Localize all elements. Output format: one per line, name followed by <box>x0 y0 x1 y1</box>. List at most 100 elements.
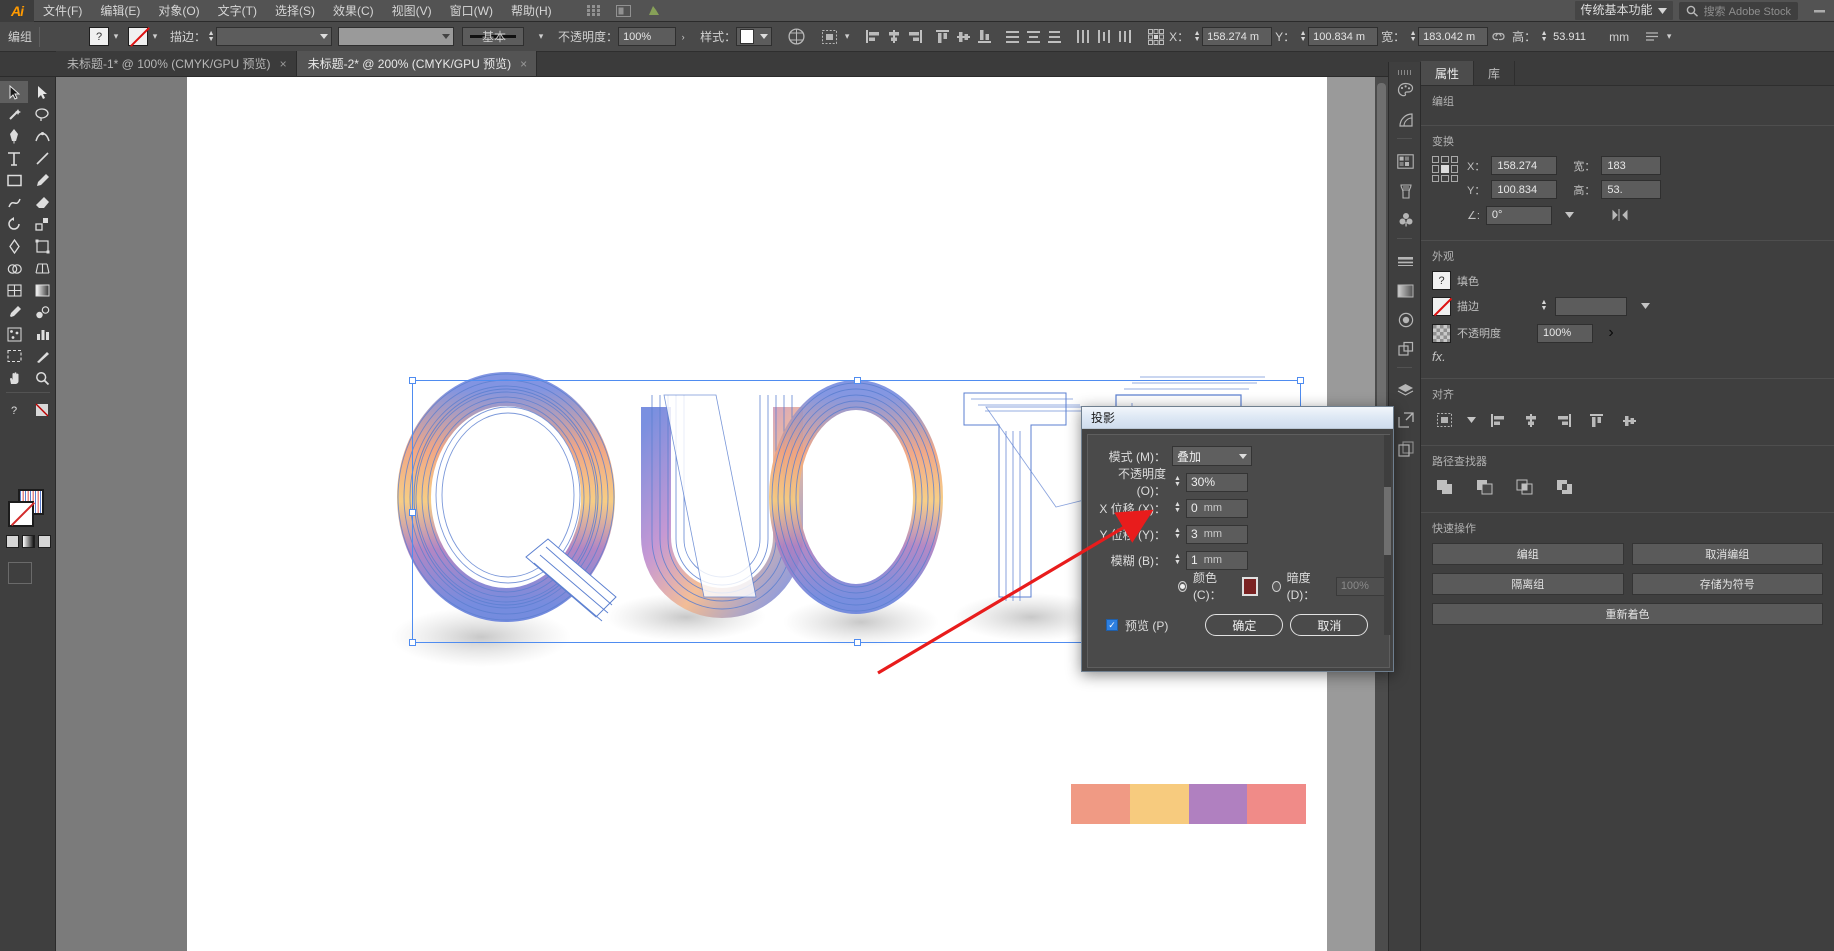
panel-fill-swatch[interactable]: ? <box>1432 271 1451 290</box>
align-to-caret-icon[interactable] <box>1465 409 1477 431</box>
more-options-icon[interactable] <box>1641 26 1662 48</box>
workspace-switcher[interactable]: 传统基本功能 <box>1574 1 1673 20</box>
h-field[interactable]: 53.911 <box>1549 27 1609 46</box>
dialog-mode-select[interactable]: 叠加 <box>1172 446 1252 466</box>
gradient-panel-icon[interactable] <box>1389 276 1422 305</box>
panel-y-field[interactable]: 100.834 <box>1491 180 1558 199</box>
free-transform-tool[interactable] <box>28 235 56 257</box>
pathfinder-minus-front-icon[interactable] <box>1472 476 1496 498</box>
dialog-blur-stepper[interactable]: ▲ ▼ <box>1172 551 1183 569</box>
stroke-caret-icon[interactable]: ▾ <box>148 27 162 46</box>
recolor-artwork-icon[interactable] <box>786 26 807 48</box>
menu-type[interactable]: 文字(T) <box>209 0 266 22</box>
preview-checkbox[interactable]: ✓ <box>1106 619 1118 631</box>
distribute-left-icon[interactable] <box>1072 26 1093 48</box>
w-stepper[interactable]: ▲ ▼ <box>1408 28 1418 46</box>
menu-file[interactable]: 文件(F) <box>34 0 91 22</box>
shape-builder-tool[interactable] <box>0 257 28 279</box>
panel-h-field[interactable]: 53. <box>1601 180 1662 199</box>
pathfinder-exclude-icon[interactable] <box>1552 476 1576 498</box>
scale-tool[interactable] <box>28 213 56 235</box>
help-tool[interactable]: ? <box>0 399 28 421</box>
align-center-horizontal-icon[interactable] <box>883 26 904 48</box>
distribute-right-icon[interactable] <box>1114 26 1135 48</box>
x-stepper[interactable]: ▲ ▼ <box>1192 28 1202 46</box>
document-tab-2[interactable]: 未标题-2* @ 200% (CMYK/GPU 预览) × <box>296 51 538 76</box>
stroke-profile-combo[interactable] <box>338 27 455 46</box>
panel-w-field[interactable]: 183 <box>1601 156 1662 175</box>
panel-opacity-swatch[interactable] <box>1432 323 1451 343</box>
y-field[interactable]: 100.834 m <box>1308 27 1379 46</box>
mesh-tool[interactable] <box>0 279 28 301</box>
graphic-style-combo[interactable] <box>736 27 773 46</box>
menu-effect[interactable]: 效果(C) <box>324 0 383 22</box>
align-right-icon[interactable] <box>904 26 925 48</box>
dialog-opacity-input[interactable]: 30% <box>1186 472 1248 492</box>
hand-tool[interactable] <box>0 367 28 389</box>
dialog-scrollbar[interactable] <box>1384 435 1391 635</box>
panel-stroke-swatch[interactable] <box>1432 296 1453 316</box>
color-guide-panel-icon[interactable] <box>1389 105 1422 134</box>
darkness-radio[interactable] <box>1271 580 1281 592</box>
color-button[interactable] <box>6 535 19 548</box>
appearance-panel-icon[interactable] <box>1389 334 1422 363</box>
distribute-top-icon[interactable] <box>1002 26 1023 48</box>
group-button[interactable]: 编组 <box>1432 543 1624 565</box>
close-icon[interactable]: × <box>520 57 527 71</box>
eyedropper-tool[interactable] <box>0 301 28 323</box>
menu-select[interactable]: 选择(S) <box>266 0 324 22</box>
fill-swatch[interactable] <box>8 501 34 527</box>
opacity-expand-icon[interactable]: › <box>1599 322 1623 344</box>
stroke-weight-stepper[interactable]: ▲ ▼ <box>206 28 216 46</box>
menu-help[interactable]: 帮助(H) <box>502 0 561 22</box>
document-setup-icon[interactable] <box>643 3 665 19</box>
artboard-tool[interactable] <box>0 345 28 367</box>
rectangle-tool[interactable] <box>0 169 28 191</box>
dialog-x-offset-input[interactable]: 0 mm <box>1186 498 1248 518</box>
tab-libraries[interactable]: 库 <box>1474 61 1516 85</box>
close-icon[interactable]: × <box>280 57 287 71</box>
transparency-panel-icon[interactable] <box>1389 305 1422 334</box>
edit-toolbar-icon[interactable] <box>28 399 56 421</box>
more-caret-icon[interactable]: ▾ <box>1662 27 1676 46</box>
y-stepper[interactable]: ▲ ▼ <box>1298 28 1308 46</box>
fill-stroke-indicator[interactable] <box>6 489 51 548</box>
dialog-opacity-stepper[interactable]: ▲ ▼ <box>1172 473 1183 491</box>
panel-stroke-weight-field[interactable] <box>1555 296 1627 316</box>
align-left-icon[interactable] <box>862 26 883 48</box>
dialog-y-offset-stepper[interactable]: ▲ ▼ <box>1172 525 1183 543</box>
panel-align-center-h-icon[interactable] <box>1519 409 1543 431</box>
align-to-selection-icon[interactable] <box>819 26 840 48</box>
drop-shadow-dialog[interactable]: 投影 模式 (M)： 叠加 不透明度 (O)： ▲ ▼ 30% X 位移 (X)：… <box>1081 406 1394 672</box>
align-bottom-icon[interactable] <box>974 26 995 48</box>
slice-tool[interactable] <box>28 345 56 367</box>
gradient-button[interactable] <box>22 535 35 548</box>
eraser-tool[interactable] <box>28 191 56 213</box>
screen-mode-icon[interactable] <box>613 3 635 19</box>
line-segment-tool[interactable] <box>28 147 56 169</box>
pathfinder-intersect-icon[interactable] <box>1512 476 1536 498</box>
minimize-icon[interactable] <box>1808 3 1830 19</box>
zoom-tool[interactable] <box>28 367 56 389</box>
angle-dropdown-icon[interactable] <box>1558 204 1582 226</box>
distribute-bottom-icon[interactable] <box>1044 26 1065 48</box>
stroke-panel-icon[interactable] <box>1389 247 1422 276</box>
selection-tool[interactable] <box>0 81 28 103</box>
opacity-expand-icon[interactable]: › <box>676 27 690 46</box>
selection-handle[interactable] <box>409 377 416 384</box>
panel-angle-field[interactable]: 0° <box>1485 205 1552 225</box>
panel-align-right-icon[interactable] <box>1552 409 1576 431</box>
pathfinder-unite-icon[interactable] <box>1432 476 1456 498</box>
direct-selection-tool[interactable] <box>28 81 56 103</box>
panel-align-center-v-icon[interactable] <box>1618 409 1642 431</box>
screen-mode-button[interactable] <box>8 562 32 584</box>
paintbrush-tool[interactable] <box>28 169 56 191</box>
brush-caret-icon[interactable]: ▾ <box>534 27 548 46</box>
transform-reference-point-icon[interactable] <box>1145 26 1166 48</box>
x-field[interactable]: 158.274 m <box>1202 27 1273 46</box>
opacity-value[interactable]: 100% <box>618 27 677 46</box>
blend-tool[interactable] <box>28 301 56 323</box>
type-tool[interactable] <box>0 147 28 169</box>
stroke-color-swatch[interactable] <box>128 27 149 46</box>
panel-align-top-icon[interactable] <box>1585 409 1609 431</box>
